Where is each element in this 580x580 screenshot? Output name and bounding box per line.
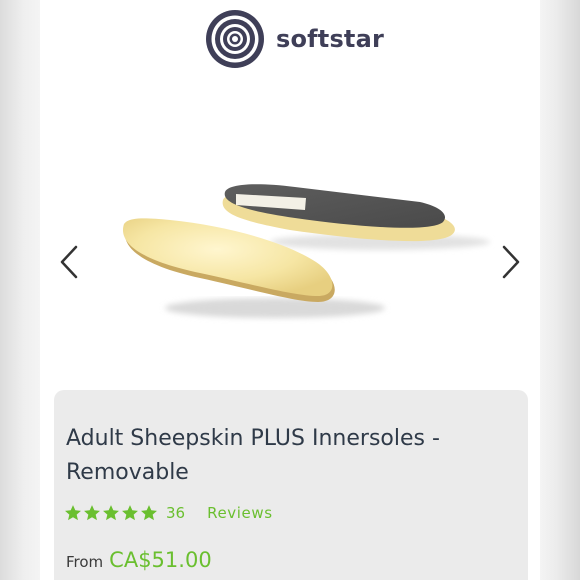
- carousel-next-button[interactable]: [496, 240, 526, 284]
- chevron-right-icon: [502, 245, 520, 279]
- product-page: softstar Adult Sheepskin PLUS Innersoles…: [40, 0, 540, 580]
- brand-link[interactable]: softstar: [204, 8, 384, 70]
- star-icon: [65, 505, 81, 521]
- price-value: CA$51.00: [109, 548, 212, 572]
- star-rating: [64, 504, 158, 522]
- product-illustration: [122, 184, 490, 318]
- rating-summary[interactable]: 36 Reviews: [64, 504, 273, 522]
- star-icon: [103, 505, 119, 521]
- carousel-prev-button[interactable]: [54, 240, 84, 284]
- star-icon: [141, 505, 157, 521]
- sheepskin-innersoles-product-image: [40, 150, 540, 370]
- shadow: [165, 298, 385, 318]
- brand-name: softstar: [275, 25, 385, 53]
- concentric-circles-logo-icon: [205, 10, 264, 68]
- left-gutter: [0, 0, 40, 580]
- reviews-link[interactable]: Reviews: [207, 504, 273, 522]
- site-header: softstar: [40, 0, 540, 78]
- product-title: Adult Sheepskin PLUS Innersoles - Remova…: [66, 426, 440, 485]
- star-icon: [122, 505, 138, 521]
- price-prefix: From: [66, 553, 104, 571]
- product-info-card: Adult Sheepskin PLUS Innersoles - Remova…: [54, 390, 528, 580]
- chevron-left-icon: [60, 245, 78, 279]
- price: From CA$51.00: [66, 548, 212, 572]
- review-count: 36: [166, 504, 186, 522]
- right-gutter: [540, 0, 580, 580]
- star-icon: [84, 505, 100, 521]
